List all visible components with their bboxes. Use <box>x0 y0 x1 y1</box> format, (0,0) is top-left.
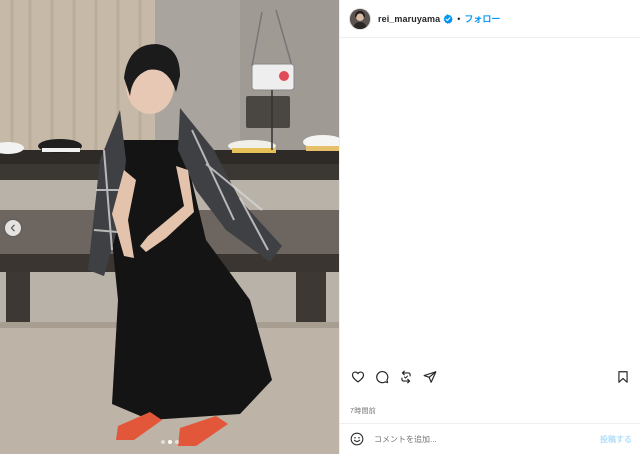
instagram-post: rei_maruyama • フォロー 7時間前 コメントを追加... 投稿する <box>0 0 640 454</box>
post-header: rei_maruyama • フォロー <box>340 0 640 38</box>
save-button[interactable] <box>615 369 631 385</box>
emoji-icon <box>350 432 364 446</box>
repost-button[interactable] <box>398 369 414 385</box>
verified-badge-icon <box>443 13 453 24</box>
carousel-dots <box>0 440 339 444</box>
post-media[interactable] <box>0 0 339 454</box>
username[interactable]: rei_maruyama <box>378 14 440 24</box>
post-actions <box>350 368 631 386</box>
bookmark-icon <box>618 371 628 383</box>
comment-icon <box>376 370 389 384</box>
header-separator: • <box>457 13 461 24</box>
carousel-dot <box>174 440 179 444</box>
carousel-prev-button[interactable] <box>5 220 21 236</box>
post-photo <box>0 0 339 454</box>
carousel-dot <box>160 440 165 444</box>
like-button[interactable] <box>350 369 366 385</box>
emoji-button[interactable] <box>350 432 364 446</box>
post-timestamp[interactable]: 7時間前 <box>350 406 376 416</box>
carousel-dot-active <box>167 440 172 444</box>
heart-icon <box>351 371 365 383</box>
comment-input[interactable] <box>374 434 600 444</box>
repost-icon <box>401 370 411 384</box>
avatar-image <box>350 8 370 29</box>
follow-button[interactable]: フォロー <box>464 12 500 25</box>
chevron-left-icon <box>10 224 15 232</box>
share-icon <box>423 371 437 383</box>
post-side-panel: rei_maruyama • フォロー 7時間前 コメントを追加... 投稿する <box>339 0 640 454</box>
comment-composer: 投稿する <box>340 423 640 454</box>
post-comment-button[interactable]: 投稿する <box>600 434 632 445</box>
share-button[interactable] <box>422 369 438 385</box>
comment-button[interactable] <box>374 369 390 385</box>
avatar[interactable] <box>350 8 370 29</box>
